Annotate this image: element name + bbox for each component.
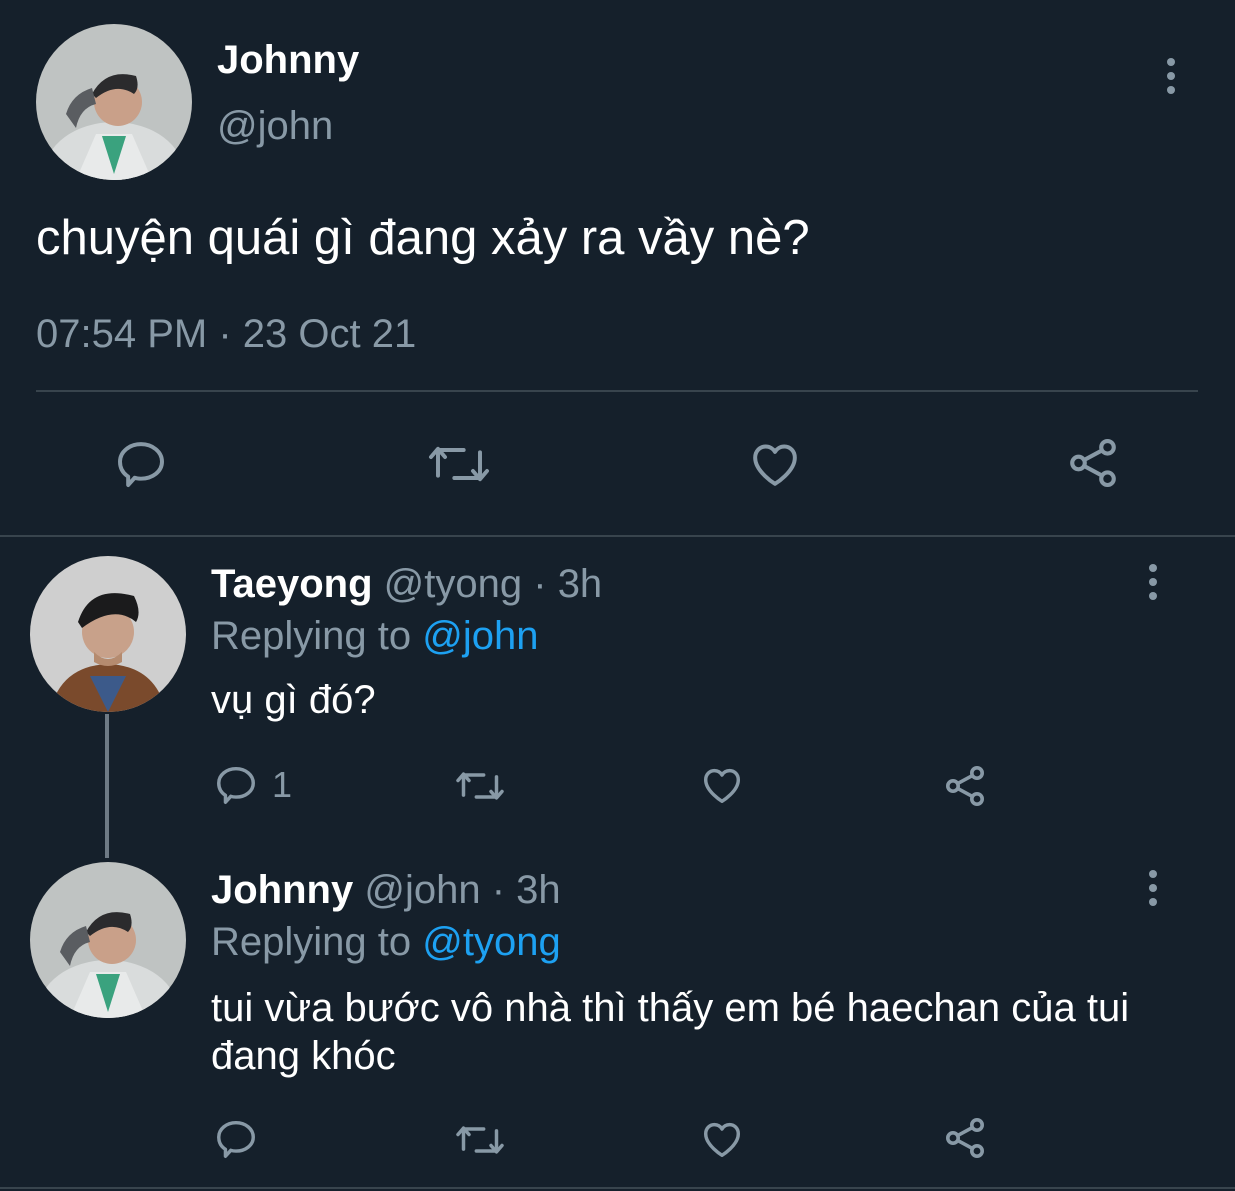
display-name[interactable]: Taeyong — [211, 562, 373, 606]
separator: · — [533, 562, 547, 606]
reply-icon[interactable] — [213, 762, 259, 808]
reply-icon[interactable] — [213, 1116, 259, 1162]
replying-label: Replying to — [211, 614, 412, 658]
separator: · — [491, 868, 506, 912]
tweet-timestamp: 07:54 PM · 23 Oct 21 — [36, 312, 417, 356]
bottom-divider — [0, 1187, 1235, 1189]
share-icon[interactable] — [940, 762, 990, 810]
more-options-icon[interactable] — [1146, 870, 1160, 912]
share-icon[interactable] — [1064, 434, 1122, 492]
handle[interactable]: @john — [364, 868, 480, 912]
replying-to: Replying to @tyong — [211, 920, 561, 965]
like-icon[interactable] — [698, 1116, 746, 1162]
relative-time: 3h — [557, 562, 603, 606]
replying-to: Replying to @john — [211, 614, 538, 659]
thread-line — [105, 714, 109, 858]
divider — [36, 390, 1198, 392]
retweet-icon[interactable] — [426, 436, 492, 492]
relative-time: 3h — [516, 868, 561, 912]
handle[interactable]: @tyong — [384, 562, 522, 606]
section-divider — [0, 535, 1235, 537]
avatar[interactable] — [30, 556, 186, 712]
like-icon[interactable] — [698, 762, 746, 808]
avatar[interactable] — [36, 24, 192, 180]
replying-label: Replying to — [211, 920, 412, 964]
reply-text: vụ gì đó? — [211, 678, 376, 722]
avatar[interactable] — [30, 862, 186, 1018]
display-name[interactable]: Johnny — [217, 38, 359, 83]
more-options-icon[interactable] — [1146, 564, 1160, 606]
mention-link[interactable]: @john — [422, 614, 538, 658]
reply-count: 1 — [272, 764, 293, 805]
retweet-icon[interactable] — [452, 764, 508, 808]
share-icon[interactable] — [940, 1114, 990, 1162]
handle[interactable]: @john — [217, 104, 333, 149]
reply-icon[interactable] — [112, 436, 170, 492]
reply-text: tui vừa bước vô nhà thì thấy em bé haech… — [211, 986, 1130, 1078]
reply-header: Johnny @john · 3h — [211, 868, 561, 913]
reply-header: Taeyong @tyong · 3h — [211, 562, 602, 607]
mention-link[interactable]: @tyong — [422, 920, 560, 964]
tweet-text: chuyện quái gì đang xảy ra vầy nè? — [36, 211, 810, 265]
like-icon[interactable] — [746, 436, 804, 492]
display-name[interactable]: Johnny — [211, 868, 353, 912]
more-options-icon[interactable] — [1164, 58, 1178, 100]
retweet-icon[interactable] — [452, 1118, 508, 1162]
